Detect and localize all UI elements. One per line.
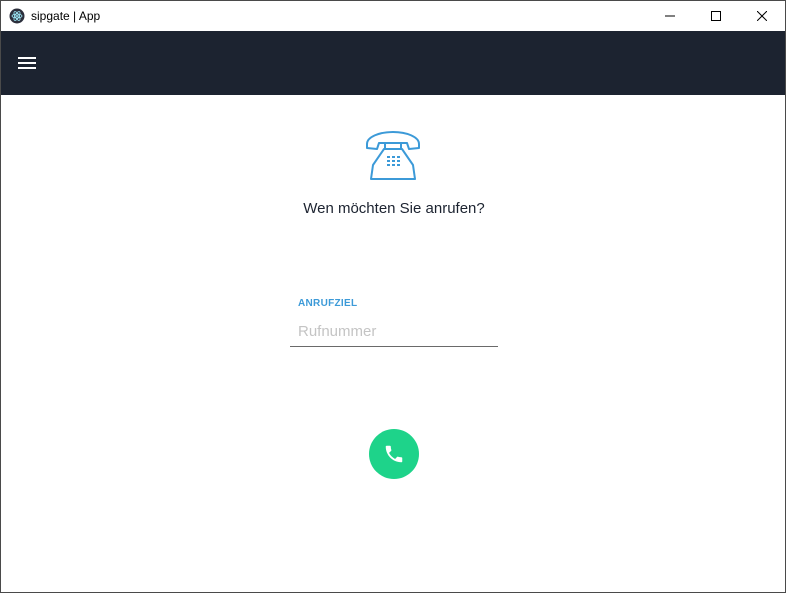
title-bar[interactable]: sipgate | App <box>1 1 785 31</box>
window-title: sipgate | App <box>31 9 101 23</box>
maximize-button[interactable] <box>693 1 739 31</box>
call-button[interactable] <box>369 429 419 479</box>
call-target-label: ANRUFZIEL <box>298 298 358 309</box>
close-button[interactable] <box>739 1 785 31</box>
menu-button[interactable] <box>11 47 43 79</box>
close-icon <box>757 11 767 21</box>
app-header <box>1 31 785 95</box>
hamburger-menu-icon <box>18 57 36 69</box>
maximize-icon <box>711 11 721 21</box>
electron-app-icon <box>9 8 25 24</box>
window-controls <box>647 1 785 31</box>
minimize-button[interactable] <box>647 1 693 31</box>
minimize-icon <box>665 15 675 17</box>
phone-number-input[interactable] <box>290 317 498 347</box>
telephone-icon <box>363 129 423 185</box>
call-prompt: Wen möchten Sie anrufen? <box>303 200 485 217</box>
app-window: sipgate | App Wen möchten Sie anrufen? A… <box>0 0 786 593</box>
phone-icon <box>385 445 403 463</box>
